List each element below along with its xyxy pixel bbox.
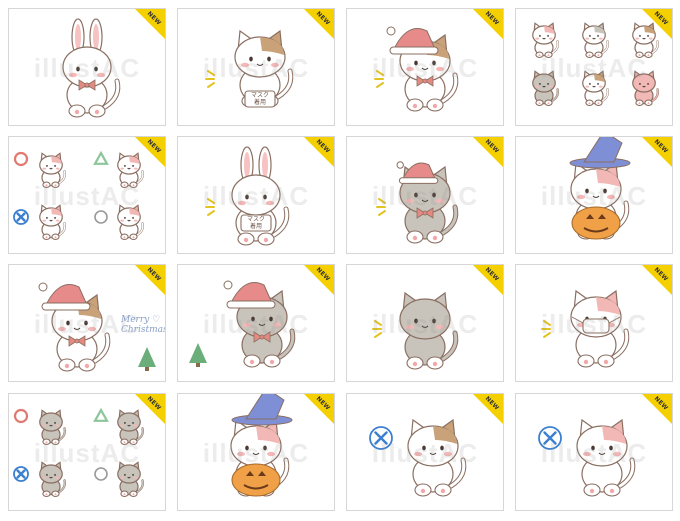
- thumbnail-card[interactable]: illustACNEW: [515, 393, 673, 511]
- new-badge: NEW: [642, 394, 672, 424]
- new-badge: NEW: [642, 137, 672, 167]
- thumbnail-card[interactable]: illustACNEWMerry ♡Christmas: [8, 264, 166, 382]
- new-badge: NEW: [135, 394, 165, 424]
- thumbnail-card[interactable]: illustACNEW: [8, 136, 166, 254]
- new-badge: NEW: [473, 137, 503, 167]
- new-badge: NEW: [304, 9, 334, 39]
- mask-sign-text: マスク 着用: [250, 92, 269, 106]
- new-badge: NEW: [135, 137, 165, 167]
- thumbnail-card[interactable]: illustACNEW: [177, 264, 335, 382]
- thumbnail-card[interactable]: illustACNEW: [346, 8, 504, 126]
- new-badge: NEW: [473, 265, 503, 295]
- new-badge: NEW: [304, 265, 334, 295]
- thumbnail-card[interactable]: illustACNEW: [515, 8, 673, 126]
- thumbnail-card[interactable]: illustACNEWマスク着用: [177, 136, 335, 254]
- thumbnail-card[interactable]: illustACNEWマスク着用: [177, 8, 335, 126]
- thumbnail-card[interactable]: illustACNEW: [515, 136, 673, 254]
- thumbnail-card[interactable]: illustACNEW: [8, 8, 166, 126]
- new-badge: NEW: [642, 9, 672, 39]
- new-badge: NEW: [473, 394, 503, 424]
- new-badge: NEW: [304, 137, 334, 167]
- thumbnail-card[interactable]: illustACNEW: [346, 393, 504, 511]
- thumbnail-card[interactable]: illustACNEW: [346, 136, 504, 254]
- thumbnail-card[interactable]: illustACNEW: [346, 264, 504, 382]
- merry-christmas-text: Merry ♡ Christmas: [121, 315, 166, 335]
- new-badge: NEW: [473, 9, 503, 39]
- new-badge: NEW: [135, 9, 165, 39]
- thumbnail-card[interactable]: illustACNEW: [8, 393, 166, 511]
- new-badge: NEW: [135, 265, 165, 295]
- new-badge: NEW: [304, 394, 334, 424]
- thumbnail-card[interactable]: illustACNEW: [515, 264, 673, 382]
- new-badge: NEW: [642, 265, 672, 295]
- thumbnail-grid: illustACNEWillustACNEWマスク着用illustACNEWil…: [0, 0, 680, 521]
- mask-sign-text: マスク 着用: [246, 216, 265, 230]
- thumbnail-card[interactable]: illustACNEW: [177, 393, 335, 511]
